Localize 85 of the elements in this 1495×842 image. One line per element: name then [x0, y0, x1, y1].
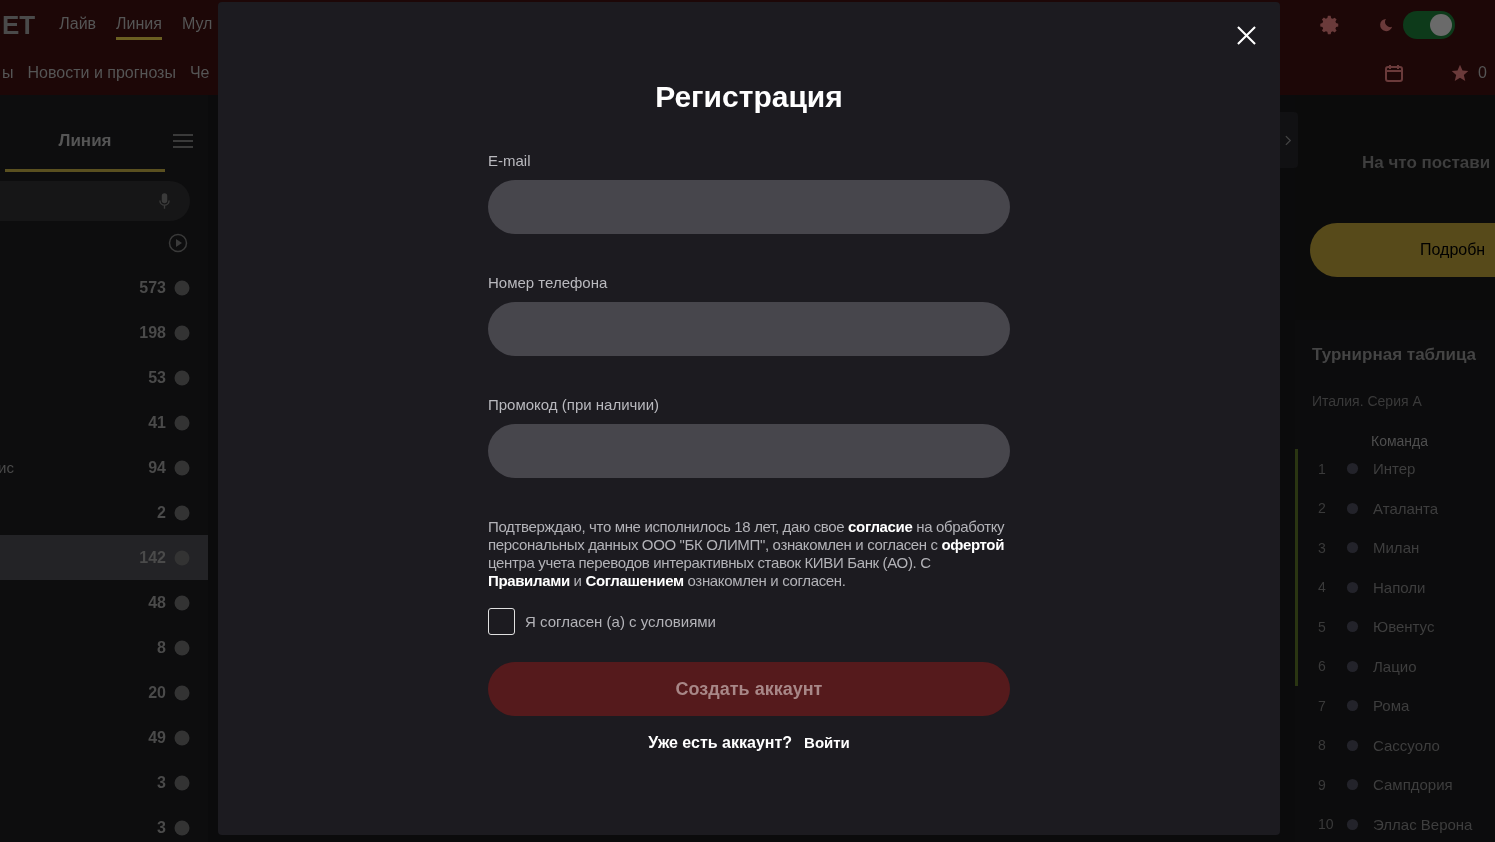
team-logo-icon [1346, 699, 1359, 713]
sport-item[interactable]: 3 [0, 805, 208, 842]
circle-icon [174, 639, 190, 656]
circle-icon [174, 774, 190, 791]
sidebar-tab[interactable]: Линия [5, 108, 165, 172]
circle-icon [174, 459, 190, 476]
consent-link[interactable]: Соглашением [585, 572, 684, 589]
nav-tab[interactable]: Мул [181, 10, 213, 40]
column-header: Команда [1371, 433, 1430, 449]
event-count: 53 [148, 368, 166, 387]
circle-icon [174, 684, 190, 701]
field-label: Промокод (при наличии) [488, 396, 661, 413]
event-count: 3 [157, 818, 166, 837]
nav-tab[interactable]: Лайв [59, 10, 97, 40]
event-count: 49 [148, 728, 166, 747]
microphone-icon[interactable] [159, 192, 170, 210]
event-count: 41 [148, 413, 166, 432]
event-count: 20 [148, 683, 166, 702]
team-logo-icon [1346, 778, 1359, 792]
sport-item[interactable]: 2 [0, 490, 208, 535]
chevron-icon [1284, 134, 1292, 146]
team-logo-icon [1346, 541, 1359, 555]
sport-item[interactable]: 41 [0, 400, 208, 445]
event-count: 94 [148, 458, 166, 477]
consent-link[interactable]: Правилами [488, 572, 570, 589]
team-logo-icon [1346, 580, 1359, 594]
sport-item[interactable]: 20 [0, 670, 208, 715]
calendar-icon[interactable] [1384, 62, 1405, 83]
input-field[interactable] [488, 302, 1010, 356]
circle-icon [174, 729, 190, 746]
event-count: 573 [139, 278, 166, 297]
dialog-title: Регистрация [654, 80, 844, 114]
circle-icon [174, 324, 190, 341]
event-count: 48 [148, 593, 166, 612]
circle-icon [174, 819, 190, 836]
consent-link[interactable]: согласие [848, 518, 913, 535]
agree-checkbox[interactable] [488, 608, 515, 635]
favorites-count: 0 [1478, 63, 1487, 82]
sport-item[interactable]: 48 [0, 580, 208, 625]
details-button[interactable]: Подробн [1310, 223, 1495, 277]
settings-icon[interactable] [1319, 14, 1341, 36]
circle-icon [174, 594, 190, 611]
circle-icon [174, 414, 190, 431]
login-prompt: Уже есть аккаунт? [648, 734, 793, 752]
nav-link[interactable]: Че [189, 63, 210, 82]
field-label: E-mail [488, 152, 532, 169]
nav-link[interactable]: Новости и прогнозы [27, 63, 176, 82]
expand-button[interactable] [1278, 112, 1298, 168]
event-count: 2 [157, 503, 166, 522]
sport-item[interactable]: 198 [0, 310, 208, 355]
sport-item[interactable]: 49 [0, 715, 208, 760]
nav-tab[interactable]: Линия [116, 10, 162, 40]
close-icon [1237, 26, 1256, 45]
team-logo-icon [1346, 817, 1359, 831]
event-count: 3 [157, 773, 166, 792]
circle-icon [174, 279, 190, 296]
circle-icon [174, 369, 190, 386]
nav-link[interactable]: ы [2, 63, 14, 82]
team-logo-icon [1346, 501, 1359, 515]
logo[interactable]: ET [2, 9, 36, 41]
input-field[interactable] [488, 424, 1010, 478]
menu-icon[interactable] [173, 134, 193, 148]
close-button[interactable] [1237, 26, 1256, 45]
field-label: Номер телефона [488, 274, 609, 291]
checkbox-label: Я согласен (а) с условиями [525, 613, 716, 630]
consent-link[interactable]: офертой [941, 536, 1004, 553]
team-logo-icon [1346, 659, 1359, 673]
login-link[interactable]: Войти [804, 734, 850, 752]
consent-text: Подтверждаю, что мне исполнилось 18 лет, даю свое согласие на обработку персональных данных ООО "БК ОЛИМП", ознакомлен и согласен с офертой центра учета переводов интерактивных ставок КИВИ Банк (АО). С Правилами и Соглашением ознакомлен и согласен. [488, 518, 1006, 590]
team-logo-icon [1346, 738, 1359, 752]
theme-toggle[interactable] [1403, 11, 1455, 39]
team-logo-icon [1346, 620, 1359, 634]
input-field[interactable] [488, 180, 1010, 234]
event-count: 198 [139, 323, 166, 342]
sport-item[interactable]: 53 [0, 355, 208, 400]
event-count: 8 [157, 638, 166, 657]
sport-item[interactable]: 8 [0, 625, 208, 670]
table-title: Турнирная таблица [1312, 345, 1478, 365]
play-icon[interactable] [168, 233, 188, 253]
sport-item[interactable]: 573 [0, 265, 208, 310]
search-field[interactable] [0, 181, 190, 221]
circle-icon [174, 504, 190, 521]
team-logo-icon [1346, 462, 1359, 476]
sport-item[interactable]: 3 [0, 760, 208, 805]
moon-icon [1379, 17, 1393, 33]
